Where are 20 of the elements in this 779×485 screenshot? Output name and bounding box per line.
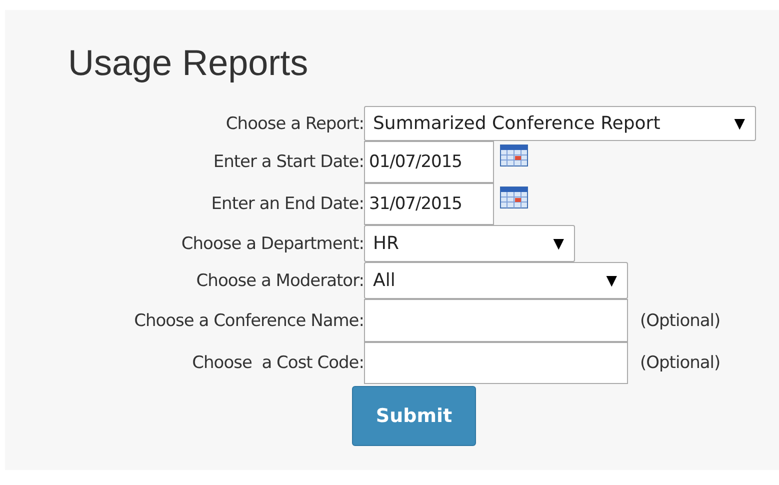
date-field[interactable]: 31/07/2015 [364,183,494,225]
page-title: Usage Reports [68,41,310,85]
field-label: Choose a Department: [180,234,364,254]
dropdown[interactable]: Summarized Conference Report ▼ [364,106,756,141]
text-field[interactable] [364,299,628,342]
field-label: Choose a Moderator: [195,270,364,290]
field-label: Choose a Cost Code: [191,353,364,373]
field-label: Enter an End Date: [210,194,364,214]
submit-button[interactable]: Submit [352,386,476,446]
optional-note: (Optional) [640,310,720,330]
field-label: Choose a Report: [224,114,364,134]
calendar-icon[interactable] [500,185,528,209]
field-label: Choose a Conference Name: [133,310,364,330]
dropdown[interactable]: All ▼ [364,262,628,299]
field-label: Enter a Start Date: [212,152,364,172]
dropdown[interactable]: HR ▼ [364,225,575,262]
calendar-icon[interactable] [500,143,528,167]
text-field[interactable] [364,342,628,384]
date-field[interactable]: 01/07/2015 [364,141,494,183]
optional-note: (Optional) [640,353,720,373]
